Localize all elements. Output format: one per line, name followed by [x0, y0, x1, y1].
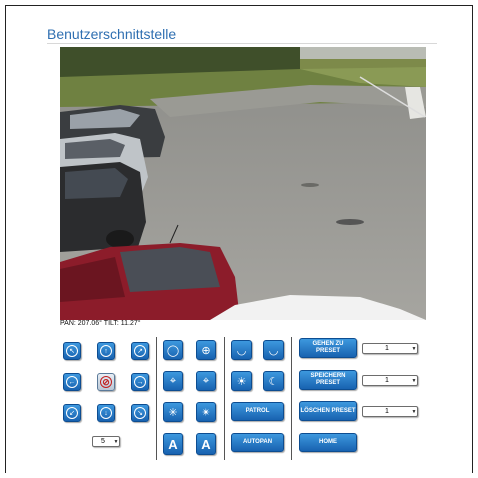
- wiper-button[interactable]: ◡: [231, 340, 252, 360]
- divider: [224, 337, 225, 460]
- zoom-in-button[interactable]: ⊕: [196, 340, 216, 360]
- save-preset-select[interactable]: 1 ▼: [362, 375, 418, 386]
- move-up-button[interactable]: ↑: [97, 342, 115, 360]
- pan-tilt-readout: PAN: 207.06° TILT: 11.27°: [60, 320, 141, 327]
- goto-preset-value: 1: [385, 345, 389, 352]
- step-select-value: 5: [101, 438, 105, 445]
- arrow-up-right-icon: ↗: [134, 345, 146, 357]
- night-mode-button[interactable]: ☾: [263, 371, 284, 391]
- autopan-button[interactable]: AUTOPAN: [231, 433, 284, 452]
- auto-focus-icon: A: [168, 436, 178, 452]
- auto-focus-button[interactable]: A: [163, 433, 183, 455]
- focus-far-button[interactable]: ⌖: [196, 371, 216, 391]
- home-button[interactable]: HOME: [299, 433, 357, 452]
- goto-preset-button[interactable]: GEHEN ZU PRESET: [299, 338, 357, 358]
- arrow-down-right-icon: ↘: [134, 407, 146, 419]
- stop-button[interactable]: ⊘: [97, 373, 115, 391]
- move-right-button[interactable]: →: [131, 373, 149, 391]
- move-up-left-button[interactable]: ↖: [63, 342, 81, 360]
- washer-icon: ◡: [268, 344, 279, 357]
- save-preset-button[interactable]: SPEICHERN PRESET: [299, 370, 357, 390]
- step-select[interactable]: 5 ▼: [92, 436, 120, 447]
- auto-iris-icon: A: [201, 436, 211, 452]
- day-mode-button[interactable]: ☀: [231, 371, 252, 391]
- iris-close-icon: ✳: [168, 406, 178, 419]
- iris-close-button[interactable]: ✳: [163, 402, 183, 422]
- focus-far-icon: ⌖: [202, 374, 210, 387]
- divider: [291, 337, 292, 460]
- chevron-down-icon: ▼: [113, 438, 119, 445]
- camera-video-feed[interactable]: [60, 47, 426, 320]
- goto-preset-select[interactable]: 1 ▼: [362, 343, 418, 354]
- stop-icon: ⊘: [100, 376, 112, 388]
- delete-preset-value: 1: [385, 408, 389, 415]
- delete-preset-button[interactable]: LÖSCHEN PRESET: [299, 401, 357, 421]
- save-preset-value: 1: [385, 377, 389, 384]
- title-divider: [47, 43, 437, 44]
- patrol-button[interactable]: PATROL: [231, 402, 284, 421]
- move-left-button[interactable]: ←: [63, 373, 81, 391]
- washer-button[interactable]: ◡: [263, 340, 284, 360]
- delete-preset-select[interactable]: 1 ▼: [362, 406, 418, 417]
- move-down-right-button[interactable]: ↘: [131, 404, 149, 422]
- auto-iris-button[interactable]: A: [196, 433, 216, 455]
- move-down-button[interactable]: ↓: [97, 404, 115, 422]
- arrow-up-icon: ↑: [100, 345, 112, 357]
- arrow-up-left-icon: ↖: [66, 345, 78, 357]
- chevron-down-icon: ▼: [411, 408, 417, 415]
- chevron-down-icon: ▼: [411, 377, 417, 384]
- divider: [156, 337, 157, 460]
- move-down-left-button[interactable]: ↙: [63, 404, 81, 422]
- focus-near-button[interactable]: ⌖: [163, 371, 183, 391]
- arrow-down-left-icon: ↙: [66, 407, 78, 419]
- arrow-left-icon: ←: [66, 376, 78, 388]
- sun-icon: ☀: [236, 375, 247, 388]
- arrow-right-icon: →: [134, 376, 146, 388]
- iris-open-icon: ✴: [201, 406, 211, 419]
- zoom-out-button[interactable]: ◯: [163, 340, 183, 360]
- page-title: Benutzerschnittstelle: [47, 26, 177, 42]
- arrow-down-icon: ↓: [100, 407, 112, 419]
- zoom-out-icon: ◯: [166, 344, 180, 357]
- iris-open-button[interactable]: ✴: [196, 402, 216, 422]
- chevron-down-icon: ▼: [411, 345, 417, 352]
- move-up-right-button[interactable]: ↗: [131, 342, 149, 360]
- wiper-icon: ◡: [236, 344, 247, 357]
- focus-near-icon: ⌖: [169, 374, 177, 387]
- moon-icon: ☾: [268, 375, 279, 388]
- zoom-in-icon: ⊕: [201, 344, 211, 357]
